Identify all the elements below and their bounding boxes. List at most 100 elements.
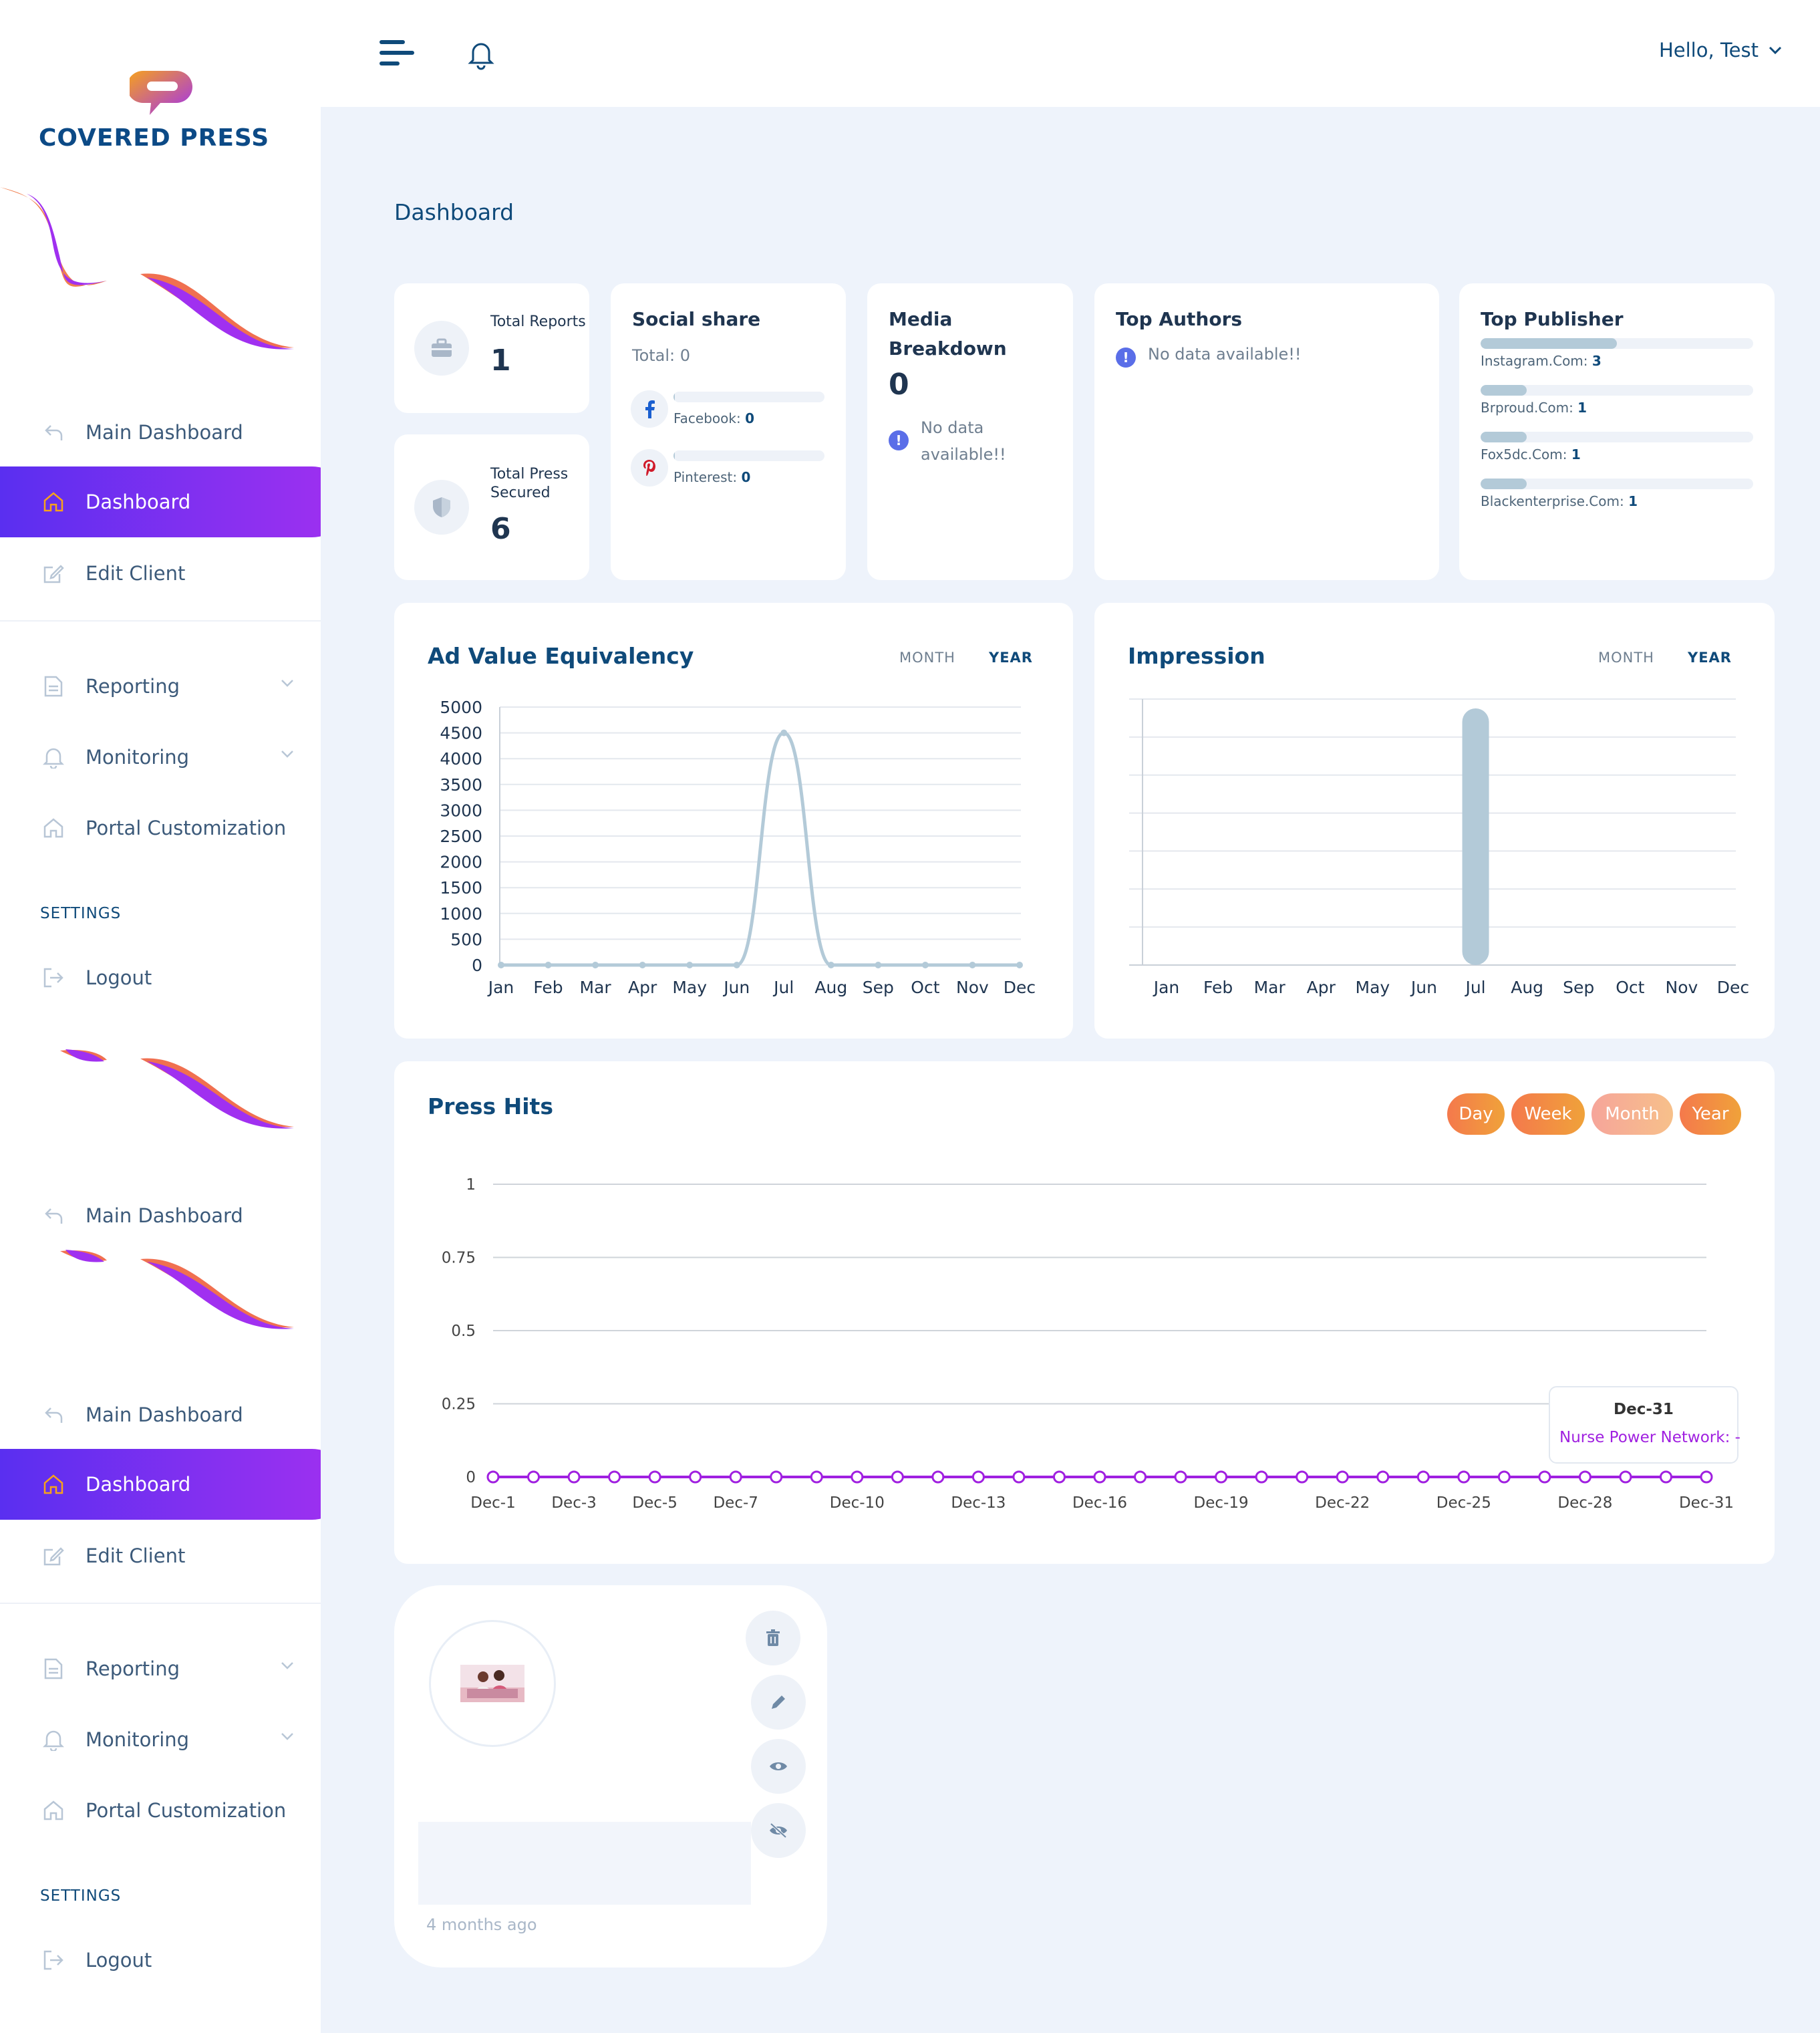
filter-week-button[interactable]: Week [1511, 1093, 1585, 1135]
bell-icon [40, 1726, 67, 1753]
sidebar-item-portal-customization[interactable]: Portal Customization [0, 1775, 321, 1846]
sidebar-item-label: Monitoring [86, 746, 190, 769]
sidebar-item-main-dashboard[interactable]: Main Dashboard [0, 397, 321, 468]
y-tick-label: 5000 [440, 698, 482, 717]
sidebar-item-dashboard[interactable]: Dashboard [0, 1449, 321, 1520]
bar [1462, 708, 1489, 965]
y-tick-label: 0 [472, 956, 482, 975]
empty-message: No data available!! [921, 418, 1006, 464]
sidebar-item-reporting[interactable]: Reporting [0, 1633, 321, 1704]
x-tick-label: Dec-16 [1072, 1494, 1127, 1512]
bar-fill [1481, 385, 1527, 396]
data-point [1376, 1470, 1390, 1484]
menu-toggle-icon[interactable] [380, 39, 414, 68]
x-tick-label: Apr [628, 978, 657, 997]
x-tick-label: Dec-31 [1679, 1494, 1734, 1512]
post-time: 4 months ago [426, 1915, 537, 1934]
x-tick-label: Jun [1410, 978, 1437, 997]
sidebar-item-edit-client[interactable]: Edit Client [0, 538, 321, 609]
x-tick-label: Aug [814, 978, 847, 997]
y-tick-label: 0.75 [442, 1250, 476, 1267]
share-value: 0 [745, 410, 754, 426]
logo-icon [130, 71, 192, 115]
sidebar-item-reporting[interactable]: Reporting [0, 651, 321, 722]
chevron-down-icon [281, 680, 293, 687]
top-authors-card: Top Authors ! No data available!! [1094, 283, 1439, 580]
x-tick-label: Dec-10 [830, 1494, 885, 1512]
logout-icon [40, 1947, 67, 1974]
data-point [545, 962, 552, 968]
sidebar-item-logout[interactable]: Logout [0, 942, 321, 1013]
publisher-label: Blackenterprise.Com: 1 [1481, 493, 1638, 509]
filter-year-button[interactable]: Year [1680, 1093, 1741, 1135]
chevron-down-icon [281, 1662, 293, 1669]
sidebar-item-monitoring[interactable]: Monitoring [0, 722, 321, 793]
sidebar-item-monitoring[interactable]: Monitoring [0, 1704, 321, 1775]
publisher-value: 1 [1571, 446, 1581, 462]
y-tick-label: 2500 [440, 827, 482, 846]
sidebar-item-dashboard[interactable]: Dashboard [0, 466, 321, 537]
stat-value: 1 [490, 344, 511, 378]
pinterest-share-label: Pinterest: 0 [673, 469, 750, 485]
sidebar-item-edit-client[interactable]: Edit Client [0, 1520, 321, 1591]
post-thumbnail[interactable] [429, 1620, 556, 1747]
x-tick-label: May [1356, 978, 1390, 997]
data-point [608, 1470, 621, 1484]
delete-button[interactable] [746, 1611, 800, 1665]
publisher-name: Blackenterprise.Com: [1481, 493, 1624, 509]
x-tick-label: Apr [1307, 978, 1336, 997]
data-point [780, 729, 788, 736]
data-point [567, 1470, 581, 1484]
x-tick-label: Oct [911, 978, 939, 997]
publisher-bar [1481, 385, 1753, 396]
sidebar-item-label: Dashboard [86, 1473, 191, 1496]
back-arrow-icon [40, 419, 67, 446]
publisher-value: 3 [1591, 353, 1602, 369]
facebook-icon [631, 390, 668, 428]
x-tick-label: Feb [533, 978, 563, 997]
back-arrow-icon [40, 1202, 67, 1229]
sidebar-item-portal-customization[interactable]: Portal Customization [0, 793, 321, 863]
data-point [891, 1470, 904, 1484]
y-tick-label: 0.25 [442, 1396, 476, 1413]
filter-day-button[interactable]: Day [1447, 1093, 1505, 1135]
settings-heading: SETTINGS [40, 905, 122, 922]
data-point [931, 1470, 945, 1484]
x-tick-label: Nov [956, 978, 989, 997]
publisher-bar [1481, 338, 1753, 349]
notification-bell-icon[interactable] [466, 39, 496, 71]
impression-chart-card: Impression MONTH YEAR Jan Feb Mar Apr May Jun… [1094, 603, 1775, 1039]
filter-month-button[interactable]: Month [1591, 1093, 1673, 1135]
view-button[interactable] [751, 1739, 806, 1794]
series-line [500, 731, 1020, 967]
data-point [810, 1470, 823, 1484]
bar-fill [1481, 338, 1617, 349]
user-menu[interactable]: Hello, Test [1659, 39, 1783, 61]
hide-button[interactable] [751, 1803, 806, 1858]
sidebar-item-main-dashboard[interactable]: Main Dashboard [0, 1379, 321, 1450]
post-excerpt-placeholder [418, 1822, 751, 1905]
data-point [486, 1470, 500, 1484]
data-point [648, 1470, 661, 1484]
sidebar-item-logout[interactable]: Logout [0, 1925, 321, 1996]
alert-icon: ! [889, 430, 909, 450]
data-point [1497, 1470, 1511, 1484]
data-point [875, 962, 882, 968]
x-tick-label: Mar [1254, 978, 1286, 997]
pinterest-icon [631, 449, 668, 487]
card-title: Media Breakdown [889, 308, 1007, 360]
home-icon [40, 815, 67, 841]
publisher-label: Fox5dc.Com: 1 [1481, 446, 1581, 462]
x-tick-label: Oct [1616, 978, 1644, 997]
x-tick-label: Mar [580, 978, 612, 997]
shield-icon [414, 480, 469, 535]
bar-fill [673, 450, 675, 461]
document-icon [40, 1655, 67, 1682]
edit-button[interactable] [751, 1675, 806, 1730]
share-name: Facebook: [673, 410, 741, 426]
bar-fill [1481, 432, 1527, 442]
decorative-swoosh [60, 1049, 294, 1129]
data-point [1457, 1470, 1471, 1484]
sidebar-item-main-dashboard[interactable]: Main Dashboard [0, 1180, 321, 1251]
data-point [592, 962, 599, 968]
